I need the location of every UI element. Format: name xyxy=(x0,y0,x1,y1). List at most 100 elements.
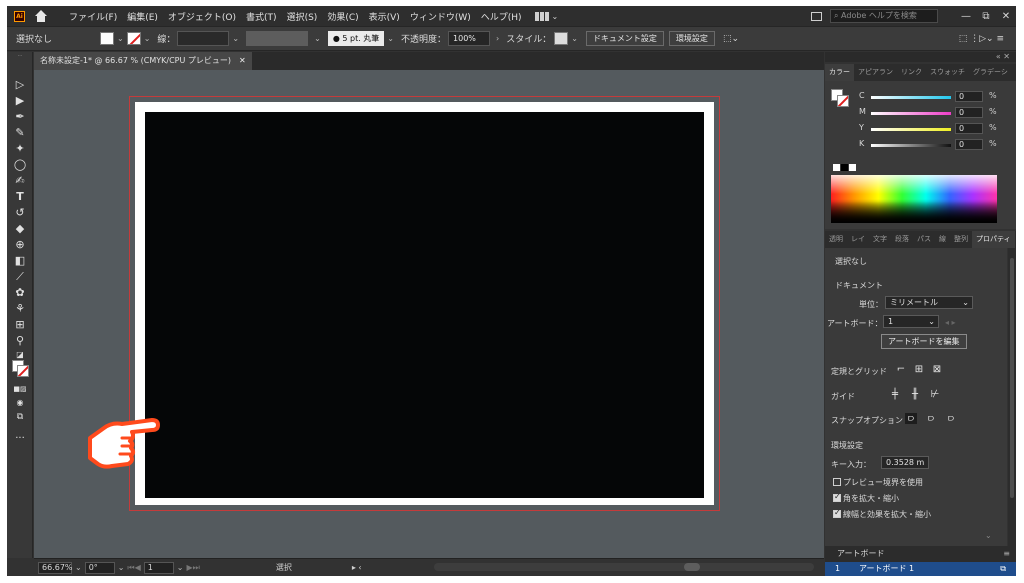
tab-gradient[interactable]: グラデーシ xyxy=(969,64,1012,81)
direct-selection-tool-icon[interactable]: ▶ xyxy=(12,94,28,108)
zoom-tool-icon[interactable]: ⚲ xyxy=(12,334,28,348)
menu-select[interactable]: 選択(S) xyxy=(282,10,323,23)
chevron-down-icon[interactable]: ⌄ xyxy=(75,563,82,572)
horizontal-scrollbar[interactable] xyxy=(434,563,814,571)
tab-color[interactable]: カラー xyxy=(825,64,854,81)
ellipse-tool-icon[interactable]: ◯ xyxy=(12,158,28,172)
ruler-icon[interactable]: ⌐ xyxy=(895,364,907,375)
document-setup-button[interactable]: ドキュメント設定 xyxy=(585,31,664,46)
restore-button[interactable]: ⧉ xyxy=(976,11,996,22)
menu-effect[interactable]: 効果(C) xyxy=(322,10,363,23)
opacity-field[interactable]: 100% xyxy=(448,31,491,46)
zoom-field[interactable]: 66.67% xyxy=(38,561,73,574)
collapse-icon[interactable]: « ✕ xyxy=(996,52,1010,61)
menu-help[interactable]: ヘルプ(H) xyxy=(476,10,527,23)
snap-to-pixel-icon[interactable]: ⫐ xyxy=(945,413,957,424)
toolbar-grip-icon[interactable]: ·· xyxy=(12,52,28,60)
chevron-down-icon[interactable]: ⌄ xyxy=(552,12,559,21)
more-tools-icon[interactable]: ··· xyxy=(12,432,28,446)
chevron-down-icon[interactable]: ⌄ xyxy=(387,34,394,43)
show-guides-icon[interactable]: ╪ xyxy=(889,389,901,400)
workspace-icon[interactable] xyxy=(811,11,822,21)
menu-file[interactable]: ファイル(F) xyxy=(64,10,122,23)
opacity-label[interactable]: 不透明度： xyxy=(401,32,446,45)
chevron-down-icon[interactable]: ⌄ xyxy=(118,563,125,572)
blend-tool-icon[interactable]: ✿ xyxy=(12,286,28,300)
tab-links[interactable]: リンク xyxy=(897,64,926,81)
black-swatch[interactable] xyxy=(841,164,848,171)
artboard-nav-icon[interactable]: ◂ ▸ xyxy=(945,318,956,327)
graphic-style-swatch[interactable] xyxy=(554,32,569,45)
tab-stroke[interactable]: 線 xyxy=(935,231,950,248)
yellow-field[interactable]: 0 xyxy=(955,123,983,134)
preview-bounds-checkbox[interactable] xyxy=(833,478,841,486)
eraser-tool-icon[interactable]: ◆ xyxy=(12,222,28,236)
stroke-weight-field[interactable] xyxy=(177,31,230,46)
chevron-down-icon[interactable]: ⌄ xyxy=(144,34,151,43)
chevron-down-icon[interactable]: ⌄ xyxy=(314,34,321,43)
preferences-button[interactable]: 環境設定 xyxy=(668,31,715,46)
pen-tool-icon[interactable]: ✒ xyxy=(12,110,28,124)
variable-width-profile[interactable] xyxy=(246,31,309,46)
tab-align[interactable]: 整列 xyxy=(950,231,972,248)
black-rectangle[interactable] xyxy=(145,112,704,498)
close-icon[interactable]: ✕ xyxy=(239,56,246,65)
artboard-number-field[interactable]: 1 xyxy=(143,561,174,574)
key-increment-field[interactable]: 0.3528 m xyxy=(881,456,929,469)
pixel-grid-icon[interactable]: ⊠ xyxy=(931,364,943,375)
status-menu-icon[interactable]: ▸ ‹ xyxy=(352,563,362,572)
tab-swatches[interactable]: スウォッチ xyxy=(926,64,969,81)
artboard-tool-icon[interactable]: ⊞ xyxy=(12,318,28,332)
symbol-sprayer-tool-icon[interactable]: ⚘ xyxy=(12,302,28,316)
selection-tool-icon[interactable]: ▷ xyxy=(12,78,28,92)
screen-mode-icon[interactable]: ⧉ xyxy=(12,410,28,424)
artboard-list-row[interactable]: 1 アートボード 1 ⧉ xyxy=(825,562,1016,576)
document-tab[interactable]: 名称未設定-1* @ 66.67 % (CMYK/CPU プレビュー) ✕ xyxy=(34,52,252,70)
toolbar-stroke-swatch[interactable] xyxy=(17,365,29,377)
chevron-down-icon[interactable]: ⌄ xyxy=(117,34,124,43)
artboards-panel-title[interactable]: アートボード xyxy=(837,549,885,558)
arrange-documents-icon[interactable] xyxy=(534,11,549,21)
none-swatch[interactable] xyxy=(833,164,840,171)
brush-definition-select[interactable]: ● 5 pt. 丸筆 xyxy=(327,31,385,46)
close-button[interactable]: ✕ xyxy=(996,11,1016,22)
menu-window[interactable]: ウィンドウ(W) xyxy=(405,10,476,23)
color-mode-icon[interactable]: ■▨ xyxy=(12,382,28,396)
type-tool-icon[interactable]: T xyxy=(12,190,28,204)
artboard-options-icon[interactable]: ⧉ xyxy=(1000,562,1006,576)
menu-edit[interactable]: 編集(E) xyxy=(122,10,163,23)
stroke-swatch[interactable] xyxy=(126,32,141,45)
tab-paragraph[interactable]: 段落 xyxy=(891,231,913,248)
magenta-slider[interactable] xyxy=(871,112,951,115)
edit-artboard-button[interactable]: アートボードを編集 xyxy=(881,334,967,349)
chevron-down-icon[interactable]: ⌄ xyxy=(571,34,578,43)
magenta-field[interactable]: 0 xyxy=(955,107,983,118)
tab-transparency[interactable]: 透明 xyxy=(825,231,847,248)
artboard-select[interactable]: 1 ⌄ xyxy=(883,315,939,328)
paintbrush-tool-icon[interactable]: ✍ xyxy=(12,174,28,188)
rotation-field[interactable]: 0° xyxy=(84,561,115,574)
anchor-point-tool-icon[interactable]: ✦ xyxy=(12,142,28,156)
arrange-icon[interactable]: ⬚⌄ xyxy=(723,34,739,44)
minimize-button[interactable]: — xyxy=(956,11,976,22)
chevron-right-icon[interactable]: › xyxy=(496,34,499,43)
scale-strokes-checkbox[interactable] xyxy=(833,508,841,518)
home-icon[interactable] xyxy=(34,9,48,23)
chevron-down-icon[interactable]: ⌄ xyxy=(177,563,184,572)
units-select[interactable]: ミリメートル ⌄ xyxy=(885,296,973,309)
curvature-tool-icon[interactable]: ✎ xyxy=(12,126,28,140)
panel-options-icon[interactable]: ⬚ ⋮▷⌄ ≡ xyxy=(959,34,1004,44)
black-field[interactable]: 0 xyxy=(955,139,983,150)
cyan-slider[interactable] xyxy=(871,96,951,99)
menu-object[interactable]: オブジェクト(O) xyxy=(163,10,241,23)
white-swatch[interactable] xyxy=(849,164,856,171)
grid-icon[interactable]: ⊞ xyxy=(913,364,925,375)
color-stroke-swatch[interactable] xyxy=(837,95,849,107)
scrollbar-thumb[interactable] xyxy=(684,563,700,571)
cyan-field[interactable]: 0 xyxy=(955,91,983,102)
panel-menu-icon[interactable]: ≡ xyxy=(1012,64,1017,81)
tab-layers[interactable]: レイ xyxy=(847,231,869,248)
color-spectrum[interactable] xyxy=(831,175,997,223)
tab-pathfinder[interactable]: パス xyxy=(913,231,935,248)
properties-scrollbar[interactable] xyxy=(1008,248,1016,546)
